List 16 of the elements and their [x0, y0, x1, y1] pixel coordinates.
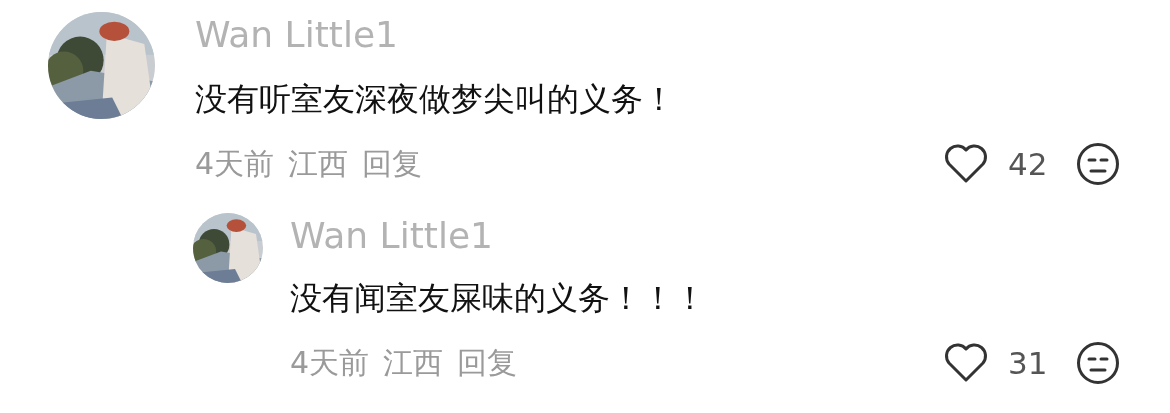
username[interactable]: Wan Little1	[290, 214, 493, 258]
heart-icon[interactable]	[944, 144, 988, 184]
heart-icon[interactable]	[944, 343, 988, 383]
comment-text: 没有闻室友屎味的义务！！！	[290, 278, 706, 319]
username[interactable]: Wan Little1	[195, 13, 398, 57]
reply-link[interactable]: 回复	[457, 342, 518, 384]
neutral-face-icon[interactable]	[1076, 341, 1120, 385]
like-count: 42	[1008, 146, 1049, 182]
like-count: 31	[1008, 345, 1049, 381]
comment-location: 江西	[383, 343, 444, 382]
comment-location: 江西	[288, 144, 349, 183]
comment-time: 4天前	[195, 144, 275, 183]
comment-text: 没有听室友深夜做梦尖叫的义务！	[195, 79, 675, 120]
neutral-face-icon[interactable]	[1076, 142, 1120, 186]
reply-link[interactable]: 回复	[362, 143, 423, 185]
comment-time: 4天前	[290, 343, 370, 382]
